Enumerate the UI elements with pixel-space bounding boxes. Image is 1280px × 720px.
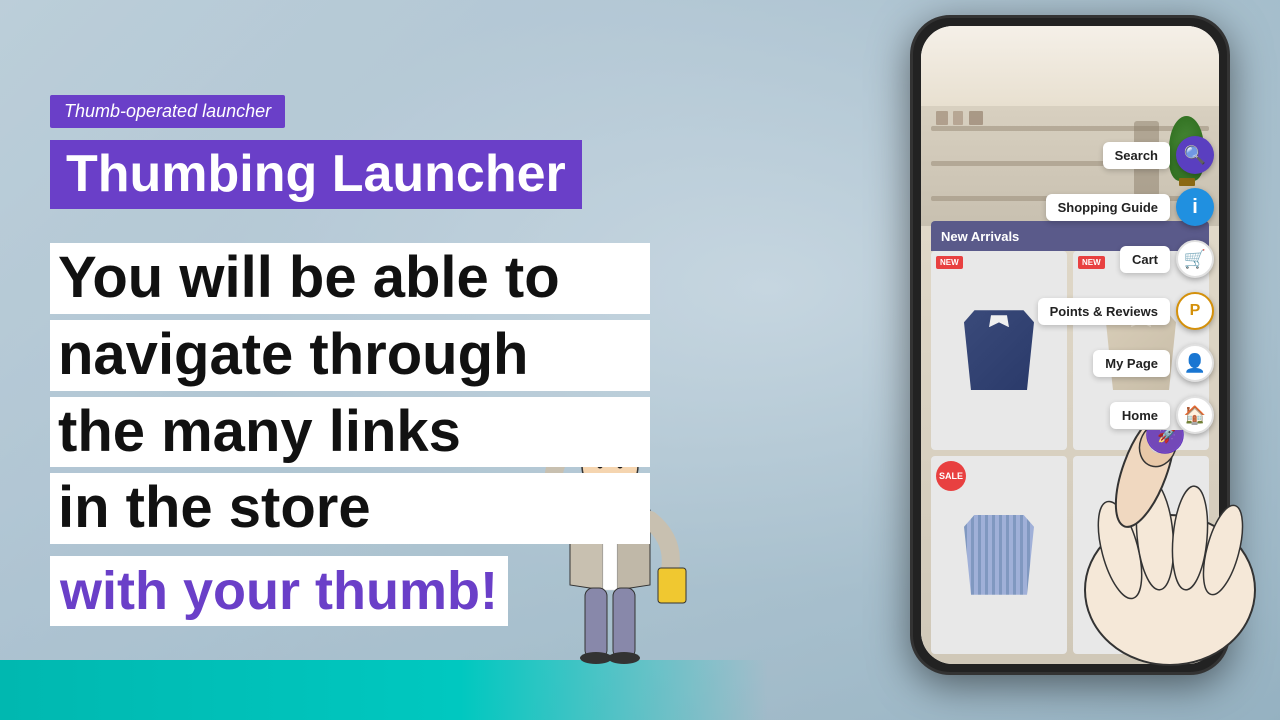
home-icon[interactable]: 🏠	[1176, 396, 1214, 434]
main-title: Thumbing Launcher	[50, 140, 582, 209]
mypage-label: My Page	[1093, 350, 1170, 377]
highlight-text: with your thumb!	[50, 556, 508, 626]
menu-item-cart[interactable]: Cart 🛒	[1038, 240, 1214, 278]
new-badge-1: NEW	[936, 256, 963, 269]
mypage-icon[interactable]: 👤	[1176, 344, 1214, 382]
body-line-1: You will be able to	[50, 243, 650, 314]
body-line-2: navigate through	[50, 320, 650, 391]
menu-item-search[interactable]: Search 🔍	[1038, 136, 1214, 174]
body-line-3: the many links	[50, 397, 650, 468]
product-card-3: SALE	[931, 456, 1067, 655]
thumb-hand-illustration: 🚀	[1070, 430, 1270, 680]
search-icon[interactable]: 🔍	[1176, 136, 1214, 174]
points-icon[interactable]: P	[1176, 292, 1214, 330]
phone-container: New Arrivals NEW	[800, 0, 1260, 720]
sale-badge: SALE	[936, 461, 966, 491]
body-line-4: in the store	[50, 473, 650, 544]
store-ceiling	[921, 26, 1219, 106]
body-text: You will be able to navigate through the…	[50, 243, 650, 544]
subtitle-badge: Thumb-operated launcher	[50, 95, 285, 128]
search-label: Search	[1103, 142, 1170, 169]
new-arrivals-text: New Arrivals	[941, 229, 1019, 244]
guide-label: Shopping Guide	[1046, 194, 1170, 221]
menu-item-home[interactable]: Home 🏠	[1038, 396, 1214, 434]
cart-label: Cart	[1120, 246, 1170, 273]
menu-buttons-container: Search 🔍 Shopping Guide i Cart 🛒 Points …	[1038, 136, 1214, 434]
cart-icon[interactable]: 🛒	[1176, 240, 1214, 278]
menu-item-points[interactable]: Points & Reviews P	[1038, 292, 1214, 330]
menu-item-mypage[interactable]: My Page 👤	[1038, 344, 1214, 382]
left-panel: Thumb-operated launcher Thumbing Launche…	[50, 95, 650, 626]
svg-text:🚀: 🚀	[1157, 430, 1177, 444]
home-label: Home	[1110, 402, 1170, 429]
menu-item-guide[interactable]: Shopping Guide i	[1038, 188, 1214, 226]
info-icon[interactable]: i	[1176, 188, 1214, 226]
points-label: Points & Reviews	[1038, 298, 1170, 325]
